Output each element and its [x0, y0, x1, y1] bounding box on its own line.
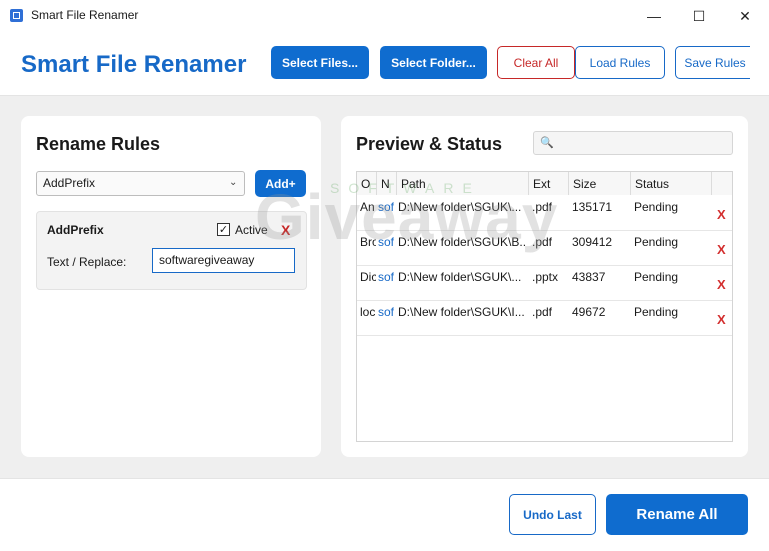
cell-ext: .pdf — [532, 235, 553, 249]
col-path[interactable]: Path — [397, 172, 529, 195]
undo-last-button[interactable]: Undo Last — [509, 494, 596, 535]
cell-status: Pending — [634, 270, 679, 284]
active-checkbox[interactable]: ✓ — [217, 223, 230, 236]
col-actions — [712, 172, 732, 195]
search-input[interactable] — [533, 131, 733, 155]
maximize-button[interactable]: ☐ — [676, 0, 722, 32]
rule-name: AddPrefix — [47, 223, 104, 237]
window-title: Smart File Renamer — [31, 8, 139, 22]
remove-file-button[interactable]: X — [717, 242, 726, 257]
cell-new: sof — [378, 305, 395, 319]
add-rule-button[interactable]: Add+ — [255, 170, 306, 197]
text-replace-label: Text / Replace: — [47, 255, 127, 269]
save-rules-button[interactable]: Save Rules — [675, 46, 755, 79]
col-size[interactable]: Size — [569, 172, 631, 195]
search-icon: 🔍 — [540, 137, 554, 149]
minimize-button[interactable]: — — [631, 0, 677, 32]
col-new[interactable]: N — [377, 172, 397, 195]
chevron-down-icon: ⌄ — [229, 177, 238, 188]
cell-original: Bro — [360, 235, 376, 249]
cell-size: 135171 — [572, 200, 613, 214]
col-ext[interactable]: Ext — [529, 172, 569, 195]
cell-size: 43837 — [572, 270, 606, 284]
active-label: Active — [235, 223, 268, 237]
col-status[interactable]: Status — [631, 172, 712, 195]
clear-all-button[interactable]: Clear All — [497, 46, 575, 79]
col-original[interactable]: O — [357, 172, 377, 195]
cell-status: Pending — [634, 305, 679, 319]
cell-new: sof — [378, 270, 395, 284]
rule-type-select[interactable]: AddPrefix — [36, 171, 245, 196]
toolbar-clip — [750, 40, 769, 86]
cell-original: An — [360, 200, 375, 214]
cell-new: sof — [378, 235, 395, 249]
table-row[interactable]: Bro sof D:\New folder\SGUK\B... .pdf 309… — [357, 230, 732, 266]
preview-panel-title: Preview & Status — [356, 134, 503, 154]
text-replace-input[interactable]: softwaregiveaway — [152, 248, 295, 273]
rename-all-button[interactable]: Rename All — [606, 494, 748, 535]
cell-original: loc — [360, 305, 376, 319]
cell-size: 309412 — [572, 235, 613, 249]
cell-ext: .pdf — [532, 200, 553, 214]
remove-file-button[interactable]: X — [717, 312, 726, 327]
file-grid: O N Path Ext Size Status An sof D:\New f… — [356, 171, 733, 442]
table-row[interactable]: An sof D:\New folder\SGUK\... .pdf 13517… — [357, 195, 732, 231]
cell-new: sof — [378, 200, 395, 214]
cell-status: Pending — [634, 235, 679, 249]
close-window-button[interactable]: ✕ — [722, 0, 768, 32]
select-files-button[interactable]: Select Files... — [271, 46, 369, 79]
app-title: Smart File Renamer — [21, 51, 247, 78]
table-row[interactable]: Dic sof D:\New folder\SGUK\... .pptx 438… — [357, 265, 732, 301]
select-folder-button[interactable]: Select Folder... — [380, 46, 487, 79]
remove-rule-button[interactable]: X — [281, 222, 290, 238]
rules-panel-title: Rename Rules — [36, 134, 161, 154]
cell-ext: .pptx — [532, 270, 559, 284]
cell-path: D:\New folder\SGUK\B... — [398, 235, 526, 249]
remove-file-button[interactable]: X — [717, 277, 726, 292]
cell-ext: .pdf — [532, 305, 553, 319]
load-rules-button[interactable]: Load Rules — [575, 46, 665, 79]
app-icon — [10, 9, 23, 22]
table-row[interactable]: loc sof D:\New folder\SGUK\I... .pdf 496… — [357, 300, 732, 336]
remove-file-button[interactable]: X — [717, 207, 726, 222]
cell-original: Dic — [360, 270, 376, 284]
cell-path: D:\New folder\SGUK\I... — [398, 305, 525, 319]
cell-status: Pending — [634, 200, 679, 214]
cell-size: 49672 — [572, 305, 606, 319]
cell-path: D:\New folder\SGUK\... — [398, 270, 522, 284]
cell-path: D:\New folder\SGUK\... — [398, 200, 522, 214]
